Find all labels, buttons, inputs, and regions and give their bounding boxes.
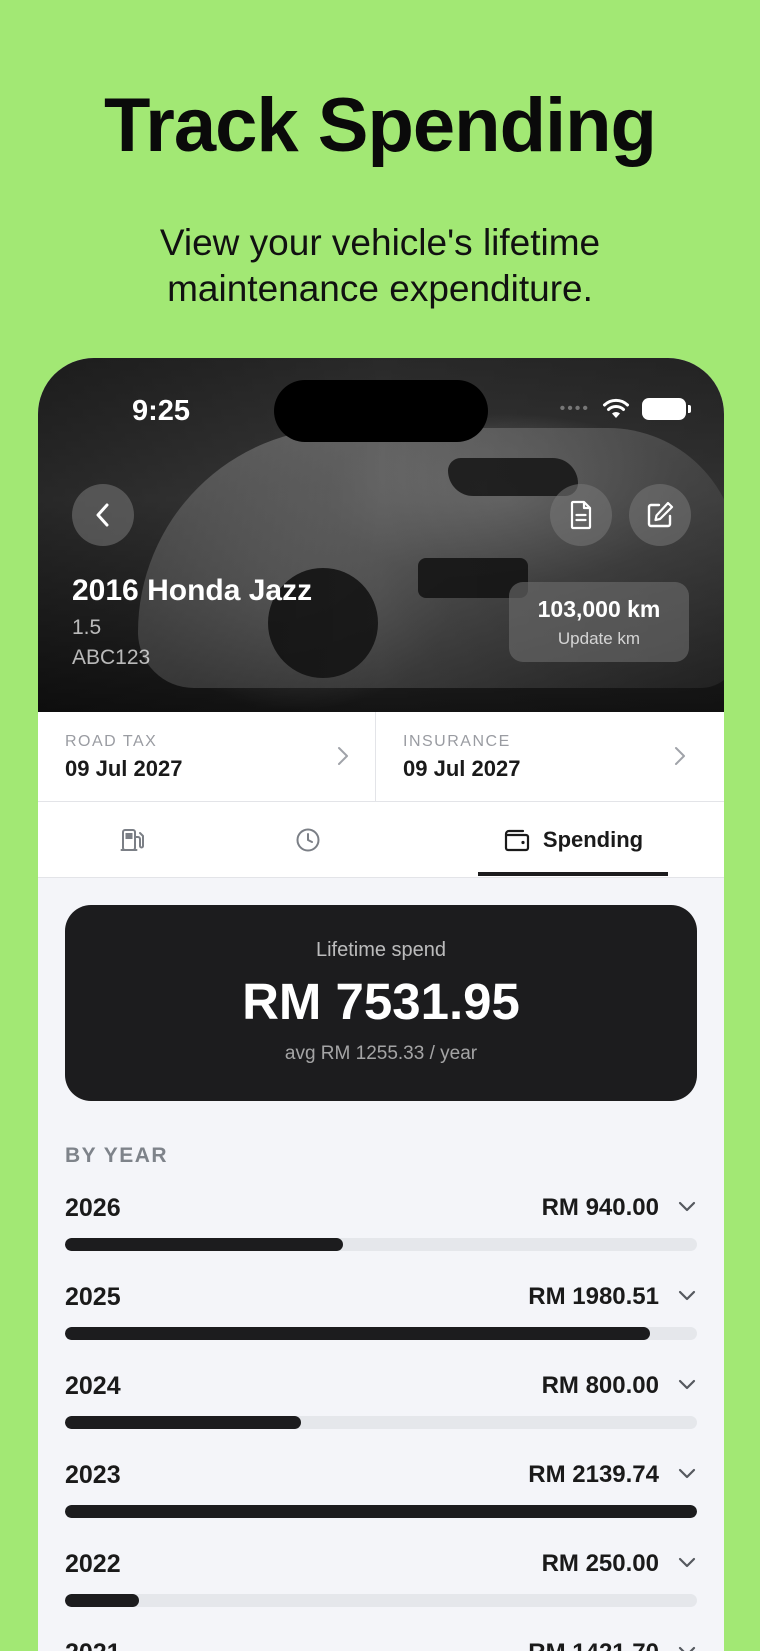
clock-icon	[296, 828, 320, 852]
fuel-pump-icon	[120, 829, 144, 851]
year-label: 2021	[65, 1639, 121, 1651]
year-amount: RM 250.00	[541, 1550, 659, 1577]
year-amount: RM 2139.74	[528, 1461, 659, 1488]
tab-fuel[interactable]	[38, 802, 228, 878]
chevron-down-icon[interactable]	[677, 1645, 697, 1651]
reminder-dates: ROAD TAX 09 Jul 2027 INSURANCE 09 Jul 20…	[38, 712, 724, 802]
road-tax-cell[interactable]: ROAD TAX 09 Jul 2027	[38, 712, 375, 802]
year-row[interactable]: 2025 RM 1980.51	[65, 1277, 697, 1366]
documents-button[interactable]	[550, 484, 612, 546]
year-amount: RM 1421.70	[528, 1639, 659, 1651]
year-bar-fill	[65, 1505, 697, 1518]
vehicle-plate: ABC123	[72, 646, 151, 669]
chevron-down-icon[interactable]	[677, 1200, 697, 1214]
insurance-cell[interactable]: INSURANCE 09 Jul 2027	[375, 712, 712, 802]
year-amount: RM 940.00	[541, 1194, 659, 1221]
year-row[interactable]: 2022 RM 250.00	[65, 1544, 697, 1633]
year-amount: RM 800.00	[541, 1372, 659, 1399]
vehicle-engine: 1.5	[72, 616, 102, 639]
update-km-label: Update km	[557, 629, 641, 648]
lifetime-spend-average: avg RM 1255.33 / year	[284, 1043, 478, 1064]
year-list: 2026 RM 940.00 2025 RM 1980.51 2024 RM 800.00…	[65, 1188, 697, 1651]
lifetime-spend-total: RM 7531.95	[242, 973, 520, 1030]
year-bar-track	[65, 1594, 697, 1607]
wifi-icon	[603, 398, 629, 418]
year-label: 2026	[65, 1194, 121, 1222]
road-tax-date: 09 Jul 2027	[65, 756, 183, 781]
active-tab-indicator	[478, 872, 668, 876]
edit-vehicle-button[interactable]	[629, 484, 691, 546]
mileage-value: 103,000 km	[537, 596, 661, 622]
insurance-label: INSURANCE	[403, 733, 511, 750]
chevron-right-icon	[338, 747, 348, 765]
year-bar-track	[65, 1238, 697, 1251]
battery-icon	[642, 398, 691, 420]
vehicle-hero: 9:25 •••• 2016 Honda Jazz 1.5 ABC123 103…	[38, 358, 724, 712]
vehicle-name: 2016 Honda Jazz	[72, 574, 313, 607]
year-bar-fill	[65, 1327, 650, 1340]
edit-icon	[647, 501, 674, 528]
year-row[interactable]: 2024 RM 800.00	[65, 1366, 697, 1455]
insurance-date: 09 Jul 2027	[403, 756, 521, 781]
tab-spending[interactable]: Spending	[478, 802, 668, 878]
year-label: 2023	[65, 1461, 121, 1489]
year-bar-fill	[65, 1594, 139, 1607]
year-bar-track	[65, 1327, 697, 1340]
phone-screen: 9:25 •••• 2016 Honda Jazz 1.5 ABC123 103…	[38, 358, 724, 1651]
dynamic-island	[274, 380, 488, 442]
road-tax-label: ROAD TAX	[65, 733, 158, 750]
lifetime-spend-card: Lifetime spend RM 7531.95 avg RM 1255.33…	[65, 905, 697, 1101]
document-icon	[570, 500, 592, 530]
chevron-down-icon[interactable]	[677, 1467, 697, 1481]
year-row[interactable]: 2023 RM 2139.74	[65, 1455, 697, 1544]
chevron-right-icon	[675, 747, 685, 765]
year-label: 2025	[65, 1283, 121, 1311]
tab-history[interactable]	[213, 802, 403, 878]
vehicle-tabs: Spending	[38, 802, 724, 878]
chevron-down-icon[interactable]	[677, 1378, 697, 1392]
year-amount: RM 1980.51	[528, 1283, 659, 1310]
year-bar-track	[65, 1505, 697, 1518]
wallet-icon	[504, 829, 529, 852]
promo-subtitle: View your vehicle's lifetime maintenance…	[0, 220, 760, 312]
lifetime-spend-label: Lifetime spend	[315, 939, 447, 961]
by-year-heading: BY YEAR	[65, 1144, 169, 1167]
year-bar-fill	[65, 1416, 302, 1429]
year-label: 2022	[65, 1550, 121, 1578]
chevron-down-icon[interactable]	[677, 1289, 697, 1303]
status-icons: ••••	[559, 398, 691, 420]
promo-subtitle-line-2: maintenance expenditure.	[167, 268, 593, 309]
tab-spending-label: Spending	[542, 827, 644, 852]
year-label: 2024	[65, 1372, 121, 1400]
year-bar-track	[65, 1416, 697, 1429]
chevron-down-icon[interactable]	[677, 1556, 697, 1570]
status-time: 9:25	[132, 395, 191, 427]
year-row[interactable]: 2021 RM 1421.70	[65, 1633, 697, 1651]
signal-icon: ••••	[559, 400, 590, 417]
year-row[interactable]: 2026 RM 940.00	[65, 1188, 697, 1277]
promo-title: Track Spending	[104, 83, 657, 168]
back-button[interactable]	[72, 484, 134, 546]
promo-subtitle-line-1: View your vehicle's lifetime	[159, 222, 601, 263]
update-mileage-button[interactable]: 103,000 km Update km	[509, 582, 689, 662]
chevron-left-icon	[96, 503, 109, 527]
year-bar-fill	[65, 1238, 344, 1251]
